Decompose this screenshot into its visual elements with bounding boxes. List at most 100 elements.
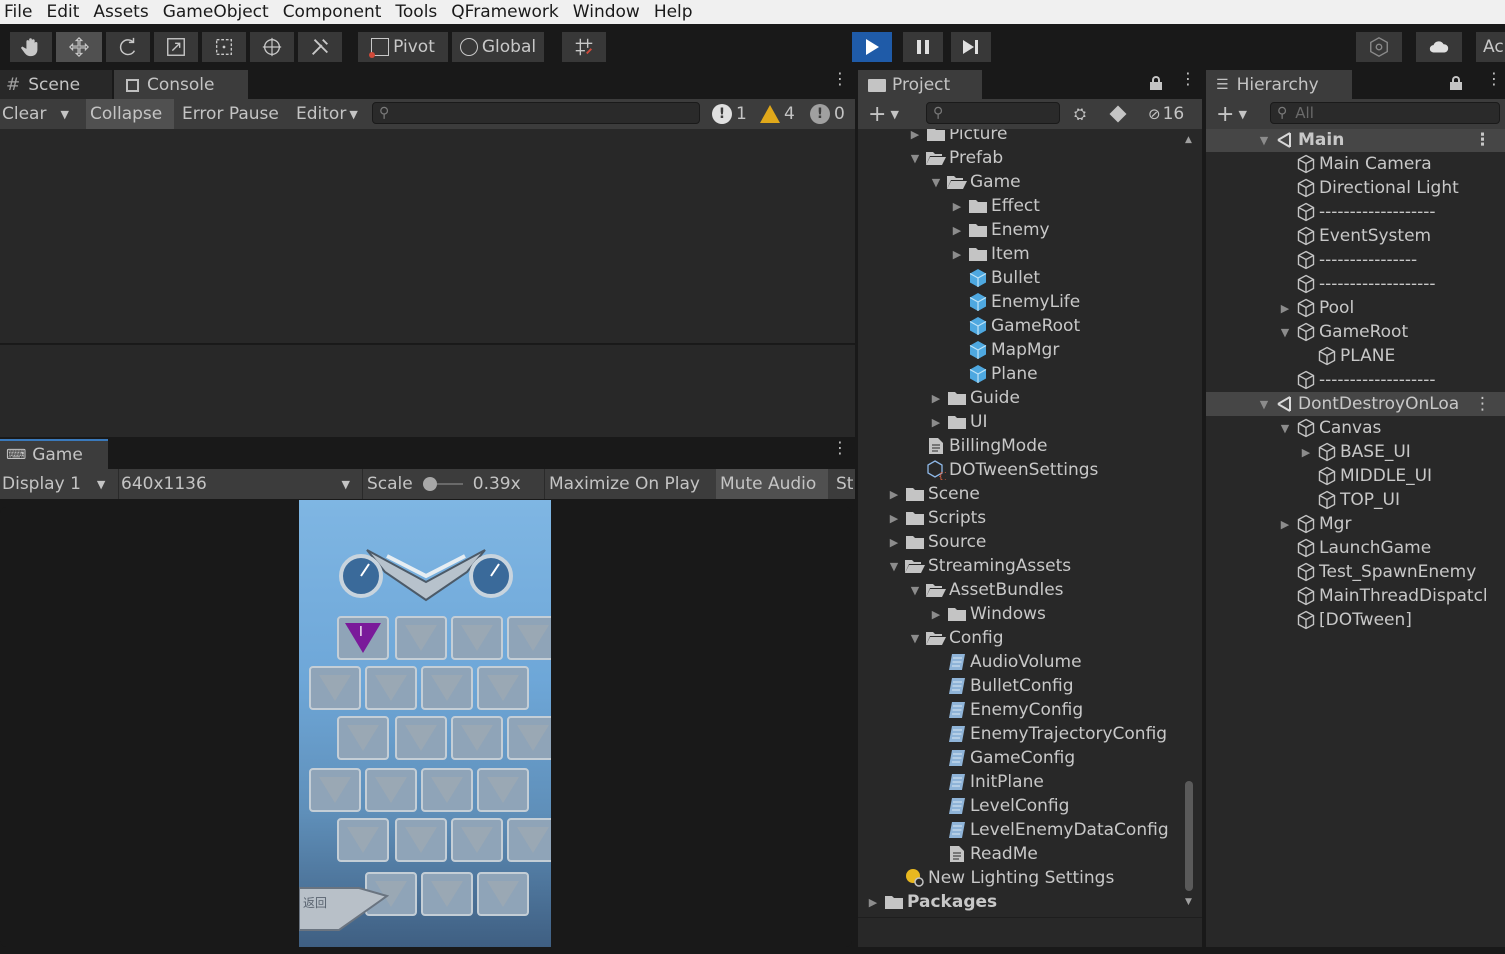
project-item[interactable]: ▶ UI (926, 410, 988, 434)
expanded-arrow-icon[interactable]: ▼ (1275, 326, 1295, 339)
tab-project[interactable]: Project (858, 70, 982, 100)
hierarchy-item[interactable]: ▼ DontDestroyOnLoa ⋮ (1206, 392, 1505, 416)
project-item[interactable]: LevelConfig (926, 794, 1069, 818)
expanded-arrow-icon[interactable]: ▼ (1254, 398, 1274, 411)
grid-snap-button[interactable] (562, 32, 606, 62)
project-item[interactable]: ▶ Windows (926, 602, 1046, 626)
project-item[interactable]: AudioVolume (926, 650, 1082, 674)
search-by-label-button[interactable] (1109, 99, 1132, 129)
menu-item-component[interactable]: Component (283, 2, 382, 22)
hierarchy-item[interactable]: MainThreadDispatcl (1275, 584, 1488, 608)
level-slot-current[interactable]: I (337, 616, 389, 660)
collapsed-arrow-icon[interactable]: ▶ (863, 896, 883, 909)
level-slot-locked[interactable] (337, 716, 389, 760)
project-item[interactable]: ▶ Source (884, 530, 987, 554)
mute-audio-toggle[interactable]: Mute Audio (716, 469, 828, 499)
lock-icon[interactable] (1150, 76, 1162, 90)
console-search-input[interactable]: ⚲ (372, 102, 700, 124)
project-item[interactable]: ▼ Config (905, 626, 1004, 650)
hierarchy-item[interactable]: EventSystem (1275, 224, 1431, 248)
level-slot-locked[interactable] (451, 716, 503, 760)
info-count-toggle[interactable]: ! 0 (808, 99, 850, 129)
scroll-up-icon[interactable]: ▲ (1185, 135, 1192, 145)
hand-tool-button[interactable] (10, 32, 52, 62)
project-item[interactable]: ▶ Scene (884, 482, 980, 506)
project-item[interactable]: ▶ Picture (905, 129, 1007, 146)
project-item[interactable]: BillingMode (905, 434, 1047, 458)
scale-control[interactable]: Scale 0.39x (362, 469, 540, 499)
collapsed-arrow-icon[interactable]: ▶ (926, 392, 946, 405)
expanded-arrow-icon[interactable]: ▼ (905, 152, 925, 165)
hierarchy-item[interactable]: ▼ Main ⋮ (1206, 129, 1505, 152)
level-slot-locked[interactable] (477, 768, 529, 812)
project-menu-icon[interactable]: ⋮ (1180, 71, 1196, 87)
expanded-arrow-icon[interactable]: ▼ (926, 176, 946, 189)
project-item[interactable]: Bullet (947, 266, 1040, 290)
collab-button[interactable] (1356, 32, 1402, 62)
project-item[interactable]: New Lighting Settings (884, 866, 1114, 890)
project-item[interactable]: ReadMe (926, 842, 1038, 866)
hierarchy-menu-icon[interactable]: ⋮ (1486, 71, 1502, 87)
collapse-toggle[interactable]: Collapse (86, 99, 174, 129)
transform-tool-button[interactable] (250, 32, 294, 62)
level-slot-locked[interactable] (309, 666, 361, 710)
step-button[interactable] (951, 32, 991, 62)
level-slot-locked[interactable] (365, 768, 417, 812)
hidden-packages-toggle[interactable]: ⊘ 16 (1146, 99, 1200, 129)
search-by-type-button[interactable]: ⛭ (1072, 99, 1096, 129)
level-slot-locked[interactable] (395, 818, 447, 862)
hierarchy-item[interactable]: ▼ Canvas (1275, 416, 1382, 440)
level-slot-locked[interactable] (395, 616, 447, 660)
project-item[interactable]: EnemyConfig (926, 698, 1083, 722)
level-slot-locked[interactable] (507, 616, 551, 660)
hierarchy-item[interactable]: ------------------- (1275, 200, 1436, 224)
tab-hierarchy[interactable]: ☰ Hierarchy (1206, 70, 1352, 100)
lock-icon[interactable] (1450, 76, 1462, 90)
tab-game[interactable]: ⌨ Game (0, 439, 108, 469)
project-item[interactable]: ▼ Game (926, 170, 1021, 194)
hierarchy-add-button[interactable]: + ▼ (1214, 99, 1254, 129)
project-item[interactable]: ▼ Prefab (905, 146, 1003, 170)
collapsed-arrow-icon[interactable]: ▶ (1275, 302, 1295, 315)
collapsed-arrow-icon[interactable]: ▶ (905, 129, 925, 141)
menu-item-help[interactable]: Help (654, 2, 693, 22)
play-button[interactable] (852, 32, 892, 62)
hierarchy-item[interactable]: Test_SpawnEnemy (1275, 560, 1476, 584)
collapsed-arrow-icon[interactable]: ▶ (926, 416, 946, 429)
project-item[interactable]: ▶ Scripts (884, 506, 986, 530)
project-scrollbar[interactable] (1185, 781, 1193, 891)
project-item[interactable]: Plane (947, 362, 1038, 386)
project-item[interactable]: {}DOTweenSettings (905, 458, 1098, 482)
hierarchy-item[interactable]: ------------------- (1275, 272, 1436, 296)
account-button[interactable]: Ac (1476, 32, 1505, 62)
hierarchy-item[interactable]: ------------------- (1275, 368, 1436, 392)
menu-item-assets[interactable]: Assets (93, 2, 148, 22)
level-slot-locked[interactable] (395, 716, 447, 760)
level-slot-locked[interactable] (477, 666, 529, 710)
global-toggle[interactable]: Global (452, 32, 544, 62)
collapsed-arrow-icon[interactable]: ▶ (1275, 518, 1295, 531)
collapsed-arrow-icon[interactable]: ▶ (926, 608, 946, 621)
level-slot-locked[interactable] (507, 716, 551, 760)
project-item[interactable]: BulletConfig (926, 674, 1074, 698)
rect-tool-button[interactable] (202, 32, 246, 62)
hierarchy-item[interactable]: Directional Light (1275, 176, 1459, 200)
resolution-dropdown[interactable]: 640x1136 ▼ (118, 469, 354, 499)
project-item[interactable]: ▶ Effect (947, 194, 1040, 218)
menu-item-edit[interactable]: Edit (46, 2, 79, 22)
scene-menu-icon[interactable]: ⋮ (1474, 394, 1491, 414)
scroll-down-icon[interactable]: ▼ (1185, 897, 1192, 907)
hierarchy-item[interactable]: [DOTween] (1275, 608, 1412, 632)
level-slot-locked[interactable] (365, 666, 417, 710)
error-count-toggle[interactable]: ! 1 (710, 99, 750, 129)
expanded-arrow-icon[interactable]: ▼ (1275, 422, 1295, 435)
hierarchy-item[interactable]: ▶ Mgr (1275, 512, 1352, 536)
stats-toggle[interactable]: St (832, 469, 855, 499)
game-screen[interactable]: I 返回 (299, 500, 551, 947)
level-slot-locked[interactable] (451, 818, 503, 862)
clear-button[interactable]: Clear ▼ (0, 99, 82, 129)
level-slot-locked[interactable] (421, 768, 473, 812)
maximize-on-play-toggle[interactable]: Maximize On Play (544, 469, 710, 499)
expanded-arrow-icon[interactable]: ▼ (905, 632, 925, 645)
level-slot-locked[interactable] (337, 818, 389, 862)
